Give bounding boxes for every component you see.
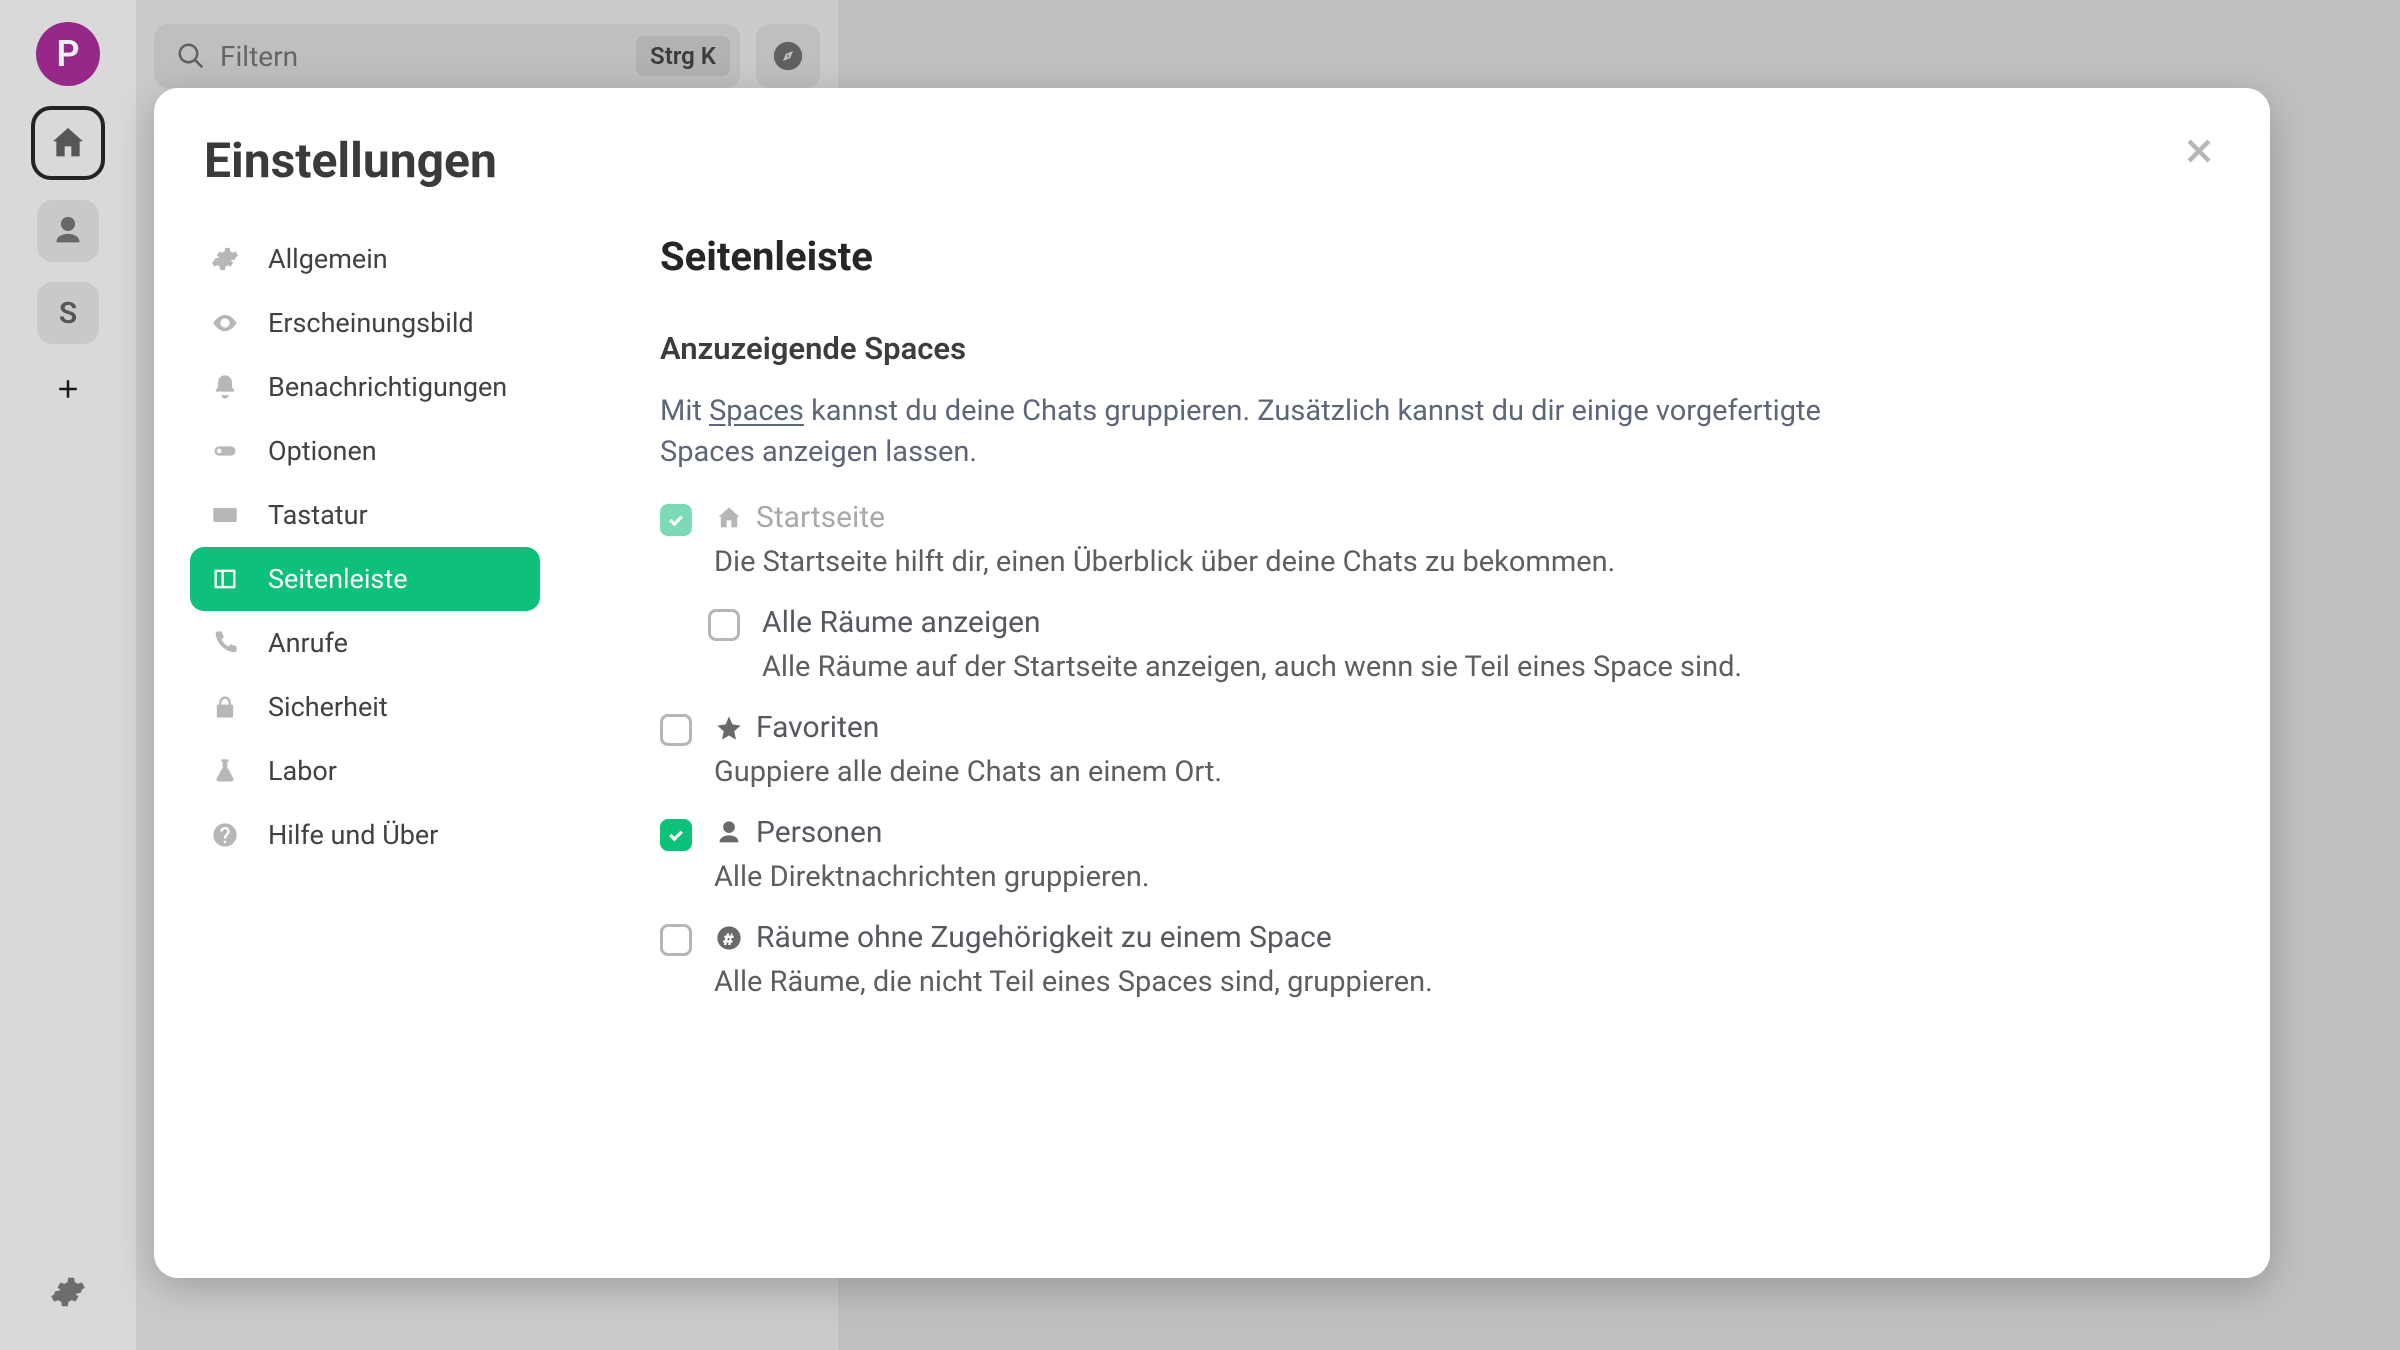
sidebar-icon — [210, 564, 240, 594]
option-label: Alle Räume anzeigen — [762, 605, 1041, 640]
nav-keyboard[interactable]: Tastatur — [190, 483, 540, 547]
settings-nav: Allgemein Erscheinungsbild Benachrichtig… — [190, 227, 540, 999]
nav-label: Benachrichtigungen — [268, 371, 507, 403]
nav-label: Labor — [268, 755, 337, 787]
option-orphan-rooms: Räume ohne Zugehörigkeit zu einem Space … — [660, 920, 2220, 999]
section-title: Anzuzeigende Spaces — [660, 330, 2220, 367]
checkbox-all-rooms[interactable] — [708, 609, 740, 641]
settings-panel: Seitenleiste Anzuzeigende Spaces Mit Spa… — [540, 227, 2220, 999]
nav-label: Hilfe und Über — [268, 819, 438, 851]
option-help: Alle Räume auf der Startseite anzeigen, … — [762, 650, 2220, 684]
option-label: Personen — [756, 815, 882, 850]
hash-icon — [714, 923, 744, 953]
option-people: Personen Alle Direktnachrichten gruppier… — [660, 815, 2220, 894]
panel-title: Seitenleiste — [660, 227, 2220, 280]
eye-icon — [210, 308, 240, 338]
option-label: Startseite — [756, 500, 885, 535]
nav-label: Allgemein — [268, 243, 388, 275]
settings-dialog: Einstellungen Allgemein Erscheinungsbild… — [154, 88, 2270, 1278]
star-icon — [714, 713, 744, 743]
nav-label: Erscheinungsbild — [268, 307, 474, 339]
nav-general[interactable]: Allgemein — [190, 227, 540, 291]
nav-labs[interactable]: Labor — [190, 739, 540, 803]
options-list: Startseite Die Startseite hilft dir, ein… — [660, 500, 2220, 999]
nav-options[interactable]: Optionen — [190, 419, 540, 483]
option-home: Startseite Die Startseite hilft dir, ein… — [660, 500, 2220, 579]
nav-label: Sicherheit — [268, 691, 388, 723]
option-label: Räume ohne Zugehörigkeit zu einem Space — [756, 920, 1332, 955]
gear-icon — [210, 244, 240, 274]
nav-label: Seitenleiste — [268, 563, 408, 595]
option-help: Alle Direktnachrichten gruppieren. — [714, 860, 2220, 894]
section-description: Mit Spaces kannst du deine Chats gruppie… — [660, 391, 1900, 472]
flask-icon — [210, 756, 240, 786]
option-help: Die Startseite hilft dir, einen Überblic… — [714, 545, 2220, 579]
lock-icon — [210, 692, 240, 722]
dialog-title: Einstellungen — [204, 132, 497, 189]
toggle-icon — [210, 436, 240, 466]
nav-notifications[interactable]: Benachrichtigungen — [190, 355, 540, 419]
checkbox-orphan-rooms[interactable] — [660, 924, 692, 956]
nav-appearance[interactable]: Erscheinungsbild — [190, 291, 540, 355]
person-icon — [714, 818, 744, 848]
nav-security[interactable]: Sicherheit — [190, 675, 540, 739]
spaces-link[interactable]: Spaces — [709, 394, 804, 428]
home-icon — [714, 503, 744, 533]
option-all-rooms: Alle Räume anzeigen Alle Räume auf der S… — [660, 605, 2220, 684]
nav-label: Tastatur — [268, 499, 368, 531]
phone-icon — [210, 628, 240, 658]
close-button[interactable] — [2178, 130, 2220, 176]
help-icon — [210, 820, 240, 850]
keyboard-icon — [210, 500, 240, 530]
dialog-header: Einstellungen — [204, 132, 2220, 189]
nav-calls[interactable]: Anrufe — [190, 611, 540, 675]
checkbox-home — [660, 504, 692, 536]
nav-sidebar[interactable]: Seitenleiste — [190, 547, 540, 611]
option-help: Alle Räume, die nicht Teil eines Spaces … — [714, 965, 2220, 999]
nav-label: Optionen — [268, 435, 377, 467]
checkbox-people[interactable] — [660, 819, 692, 851]
option-favorites: Favoriten Guppiere alle deine Chats an e… — [660, 710, 2220, 789]
bell-icon — [210, 372, 240, 402]
nav-about[interactable]: Hilfe und Über — [190, 803, 540, 867]
option-label: Favoriten — [756, 710, 879, 745]
nav-label: Anrufe — [268, 627, 348, 659]
close-icon — [2182, 134, 2216, 168]
option-help: Guppiere alle deine Chats an einem Ort. — [714, 755, 2220, 789]
checkbox-favorites[interactable] — [660, 714, 692, 746]
